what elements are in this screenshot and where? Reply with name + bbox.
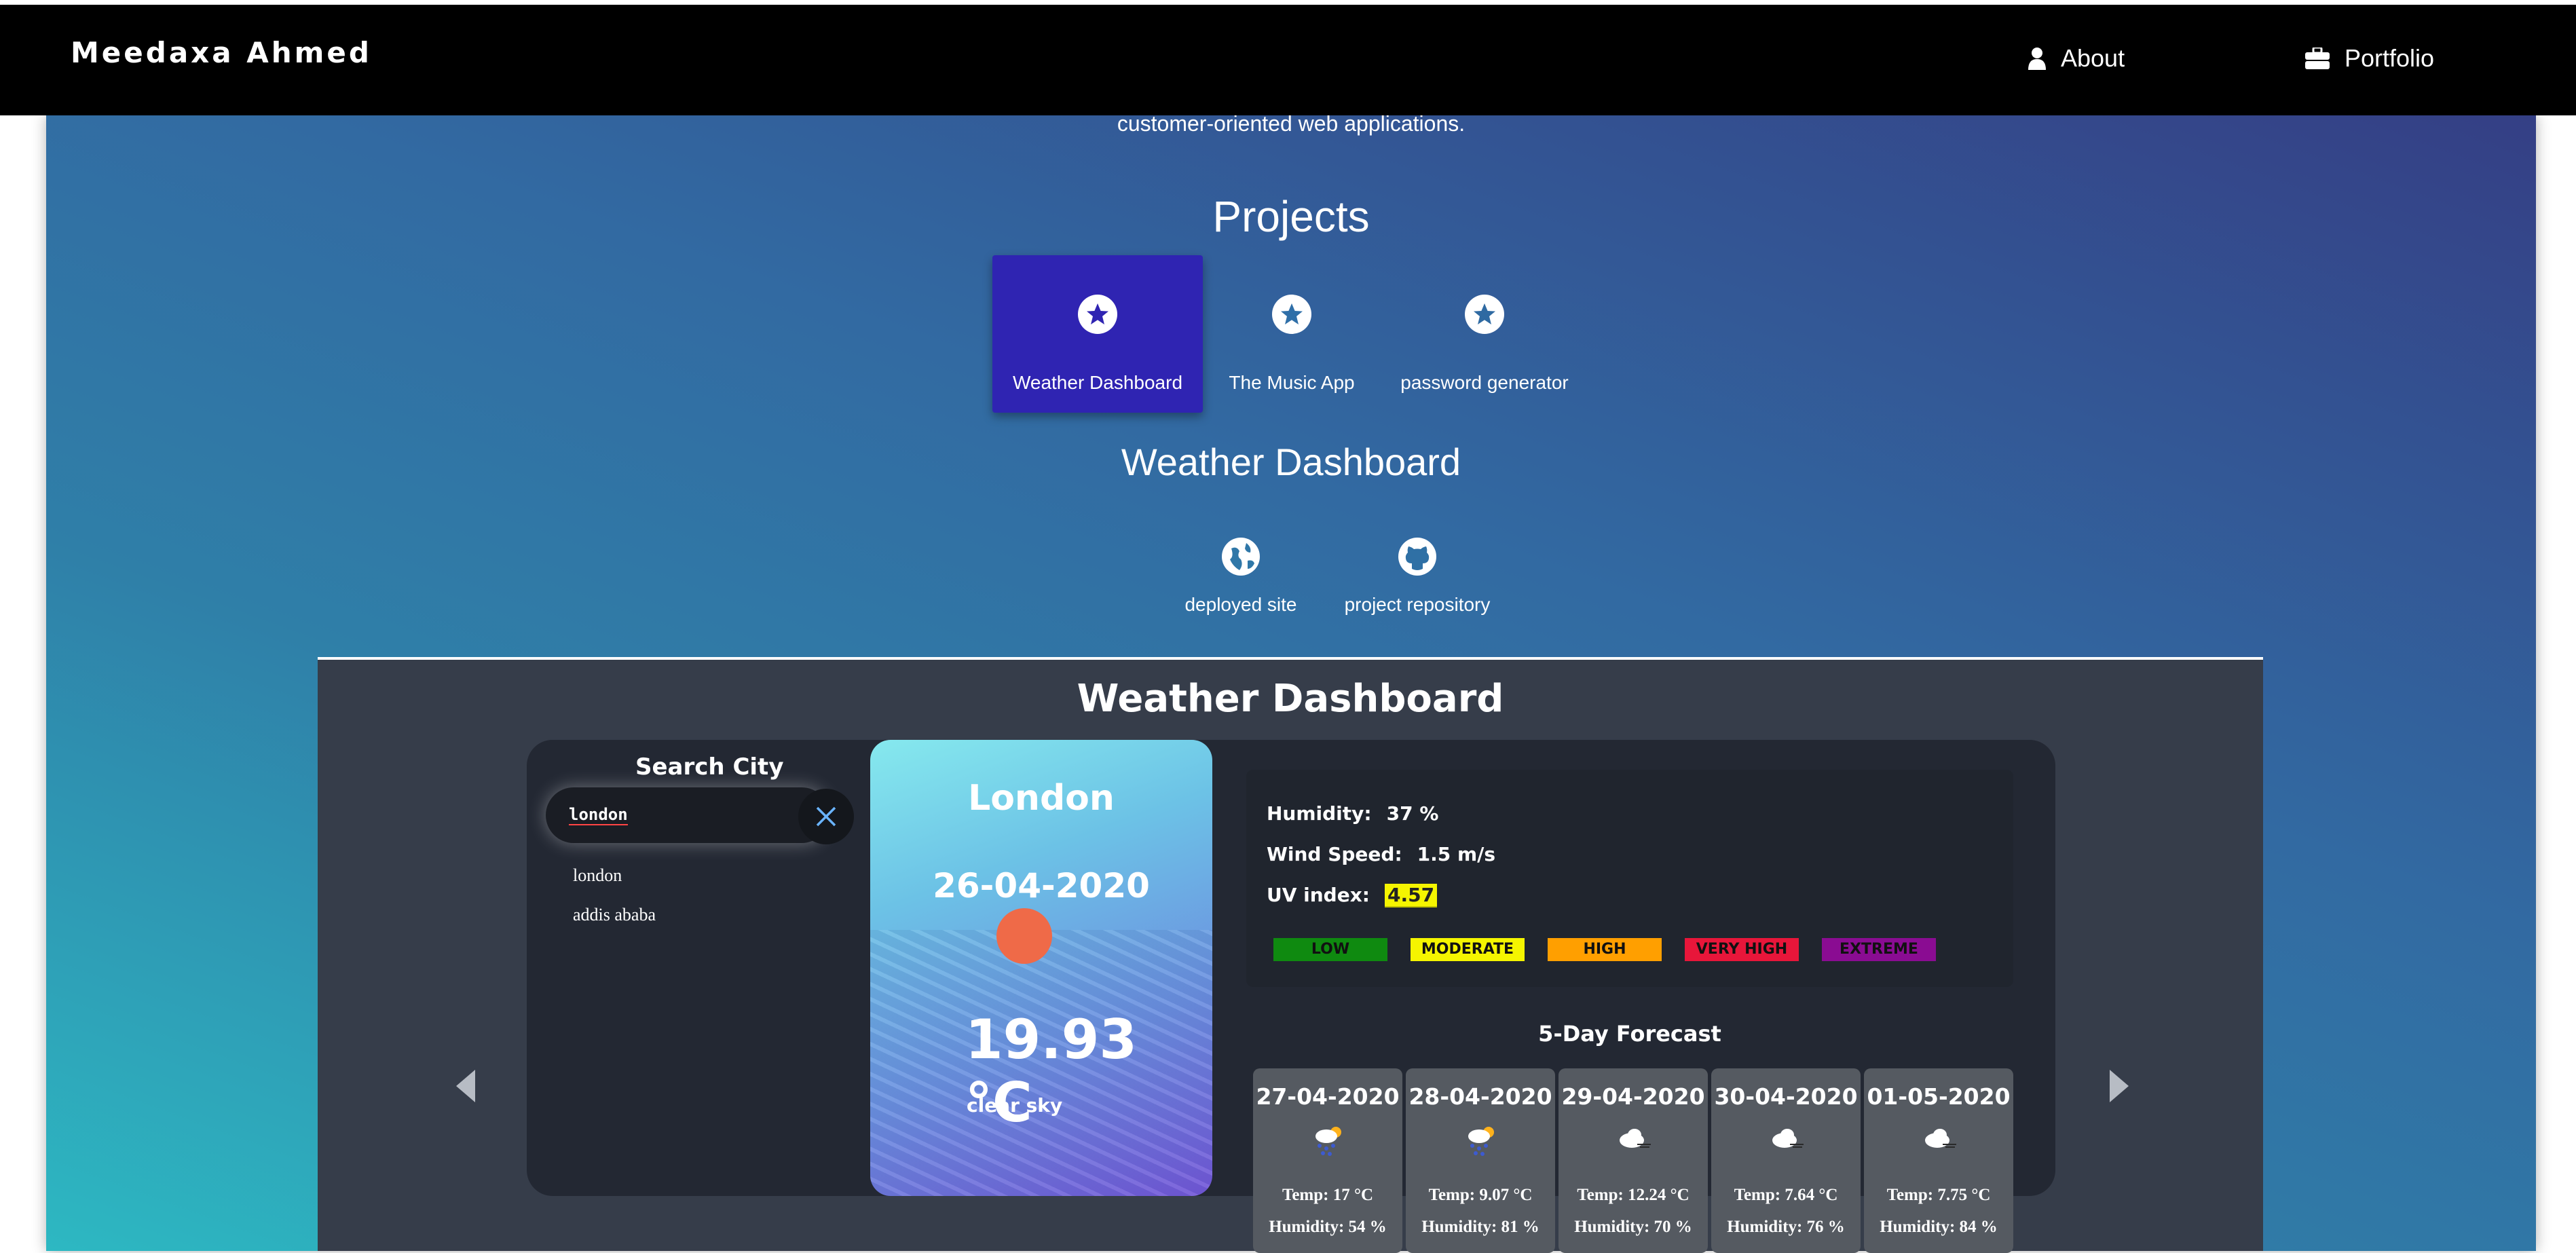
forecast-humidity: Humidity: 84 % bbox=[1880, 1218, 1998, 1236]
weather-description: clear sky bbox=[967, 1094, 1063, 1117]
forecast-temp: Temp: 7.75 °C bbox=[1886, 1186, 1991, 1204]
cloud-wind-icon bbox=[1925, 1129, 1956, 1148]
forecast-card: 27-04-2020 Temp: 17 °C Humidity: 54 % bbox=[1253, 1068, 1402, 1253]
uv-index-label: UV index: bbox=[1267, 884, 1370, 906]
cloud-wind-icon bbox=[1620, 1129, 1651, 1148]
project-label: The Music App bbox=[1229, 372, 1355, 393]
forecast-card: 01-05-2020 Temp: 7.75 °C Humidity: 84 % bbox=[1864, 1068, 2013, 1253]
forecast-temp: Temp: 12.24 °C bbox=[1577, 1186, 1690, 1204]
weather-stats: Humidity: 37 % Wind Speed: 1.5 m/s UV inde… bbox=[1246, 770, 2013, 987]
project-repository-link[interactable]: project repository bbox=[1315, 536, 1519, 616]
project-weather-dashboard[interactable]: Weather Dashboard bbox=[992, 255, 1203, 413]
suggestion-item[interactable]: addis ababa bbox=[573, 905, 656, 925]
forecast-card: 30-04-2020 Temp: 7.64 °C Humidity: 76 % bbox=[1711, 1068, 1861, 1253]
uv-chip-extreme: EXTREME bbox=[1822, 938, 1936, 961]
briefcase-icon bbox=[2305, 48, 2330, 69]
humidity-value: 37 % bbox=[1386, 802, 1439, 825]
project-password-generator[interactable]: password generator bbox=[1379, 255, 1590, 413]
dashboard-title: Weather Dashboard bbox=[1077, 677, 1504, 721]
weather-panel: Search City london london addis ababa Lo… bbox=[527, 740, 2055, 1253]
humidity-label: Humidity: bbox=[1267, 802, 1372, 825]
forecast-humidity: Humidity: 81 % bbox=[1421, 1218, 1539, 1236]
top-strip bbox=[0, 0, 2576, 5]
forecast-card: 28-04-2020 Temp: 9.07 °C Humidity: 81 % bbox=[1406, 1068, 1555, 1253]
project-repository-label: project repository bbox=[1344, 594, 1491, 615]
uv-chip-low: LOW bbox=[1273, 938, 1387, 961]
forecast-temp: Temp: 7.64 °C bbox=[1734, 1186, 1838, 1204]
brand-name[interactable]: Meedaxa Ahmed bbox=[71, 36, 372, 69]
close-icon bbox=[816, 806, 836, 827]
star-icon bbox=[1465, 295, 1504, 334]
uv-index-stat: UV index: 4.57 bbox=[1267, 884, 1438, 908]
forecast-card: 29-04-2020 Temp: 12.24 °C Humidity: 70 % bbox=[1558, 1068, 1708, 1253]
nav-about[interactable]: About bbox=[2028, 44, 2125, 73]
wind-speed-stat: Wind Speed: 1.5 m/s bbox=[1267, 843, 1495, 865]
search-input[interactable]: london bbox=[546, 787, 829, 843]
weather-dashboard-preview: Weather Dashboard Search City london lon… bbox=[318, 657, 2263, 1253]
project-music-app[interactable]: The Music App bbox=[1187, 255, 1397, 413]
cloud-wind-icon bbox=[1772, 1129, 1804, 1148]
carousel-next-button[interactable] bbox=[2106, 1066, 2133, 1106]
wind-speed-value: 1.5 m/s bbox=[1417, 843, 1496, 865]
city-name: London bbox=[968, 778, 1115, 819]
wind-speed-label: Wind Speed: bbox=[1267, 843, 1402, 865]
navbar: Meedaxa Ahmed About Portfolio bbox=[0, 5, 2576, 115]
suggestion-item[interactable]: london bbox=[573, 865, 622, 886]
project-label: Weather Dashboard bbox=[1012, 372, 1183, 393]
search-city-title: Search City bbox=[635, 753, 784, 781]
deployed-site-label: deployed site bbox=[1184, 594, 1297, 615]
star-icon bbox=[1272, 295, 1311, 334]
nav-about-label: About bbox=[2061, 44, 2125, 72]
carousel-prev-button[interactable] bbox=[452, 1066, 479, 1106]
uv-chip-very-high: VERY HIGH bbox=[1685, 938, 1799, 961]
current-date: 26-04-2020 bbox=[933, 866, 1150, 905]
forecast-temp: Temp: 9.07 °C bbox=[1428, 1186, 1533, 1204]
globe-icon bbox=[1222, 538, 1260, 576]
nav-portfolio-label: Portfolio bbox=[2345, 44, 2435, 72]
search-input-value: london bbox=[569, 805, 628, 825]
forecast-humidity: Humidity: 54 % bbox=[1269, 1218, 1387, 1236]
intro-text: customer-oriented web applications. bbox=[1117, 115, 1466, 136]
rain-sun-icon bbox=[1315, 1127, 1341, 1156]
star-icon bbox=[1078, 295, 1117, 334]
forecast-date: 30-04-2020 bbox=[1714, 1083, 1858, 1110]
project-detail-title: Weather Dashboard bbox=[1121, 441, 1461, 483]
user-icon bbox=[2028, 48, 2046, 70]
forecast-date: 01-05-2020 bbox=[1867, 1083, 2011, 1110]
nav-portfolio[interactable]: Portfolio bbox=[2305, 44, 2434, 73]
github-icon bbox=[1398, 538, 1436, 576]
projects-title: Projects bbox=[1212, 192, 1370, 241]
forecast-temp: Temp: 17 °C bbox=[1282, 1186, 1374, 1204]
uv-chip-high: HIGH bbox=[1548, 938, 1662, 961]
clear-search-button[interactable] bbox=[798, 789, 854, 844]
forecast-date: 28-04-2020 bbox=[1408, 1083, 1552, 1110]
sun-icon bbox=[996, 908, 1052, 964]
uv-index-value: 4.57 bbox=[1384, 884, 1438, 908]
forecast-date: 29-04-2020 bbox=[1561, 1083, 1705, 1110]
current-weather-card: London 26-04-2020 19.93 °C clear sky bbox=[870, 740, 1212, 1196]
deployed-site-link[interactable]: deployed site bbox=[1139, 536, 1343, 616]
uv-chip-moderate: MODERATE bbox=[1411, 938, 1525, 961]
humidity-stat: Humidity: 37 % bbox=[1267, 802, 1438, 825]
forecast-date: 27-04-2020 bbox=[1256, 1083, 1400, 1110]
forecast-title: 5-Day Forecast bbox=[1538, 1021, 1721, 1047]
forecast-humidity: Humidity: 76 % bbox=[1727, 1218, 1845, 1236]
forecast-humidity: Humidity: 70 % bbox=[1574, 1218, 1692, 1236]
project-label: password generator bbox=[1400, 372, 1569, 393]
rain-sun-icon bbox=[1468, 1127, 1494, 1156]
